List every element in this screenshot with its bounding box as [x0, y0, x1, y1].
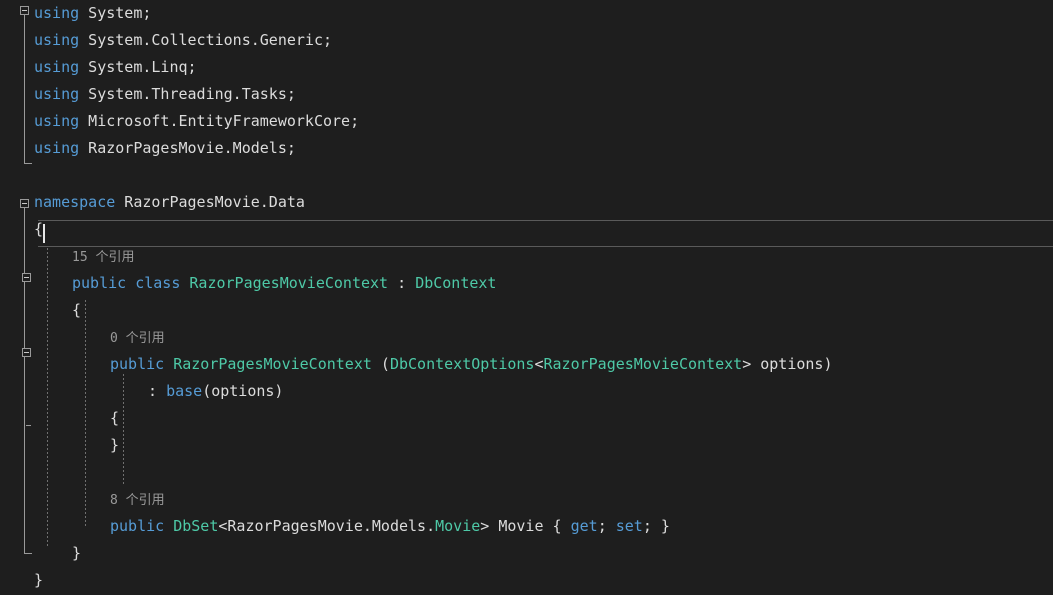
code-token: <	[534, 355, 544, 373]
code-token: base	[166, 382, 203, 400]
outline-guide-namespace	[24, 208, 25, 553]
code-token: ; }	[642, 517, 670, 535]
code-token: get	[570, 517, 598, 535]
outline-foot-namespace	[24, 553, 32, 554]
code-token: 0 个引用	[110, 331, 165, 346]
code-token: System;	[79, 4, 152, 22]
code-token: System.Collections.Generic;	[79, 31, 333, 49]
code-token: RazorPagesMovieContext	[173, 355, 372, 373]
code-token: public	[110, 355, 165, 373]
code-token: set	[615, 517, 643, 535]
code-token: DbContextOptions	[389, 355, 535, 373]
code-token: System.Threading.Tasks;	[79, 85, 296, 103]
collapse-toggle-class[interactable]	[22, 273, 31, 282]
code-token: {	[34, 220, 44, 238]
text-caret	[43, 224, 45, 243]
collapse-toggle-constructor[interactable]	[22, 348, 31, 357]
code-token: ;	[597, 517, 616, 535]
code-token: public	[72, 274, 127, 292]
code-token: using	[34, 31, 80, 49]
code-token: }	[34, 571, 44, 589]
collapse-toggle-using-block[interactable]	[20, 6, 29, 15]
code-token: (options)	[202, 382, 284, 400]
code-line[interactable]: {	[34, 216, 43, 243]
code-line[interactable]: public DbSet<RazorPagesMovie.Models.Movi…	[110, 513, 670, 540]
code-line[interactable]: using System;	[34, 0, 151, 27]
code-token: }	[72, 544, 82, 562]
code-token: System.Linq;	[79, 58, 197, 76]
code-token: RazorPagesMovie.Models;	[79, 139, 296, 157]
code-line[interactable]: 15 个引用	[72, 243, 134, 270]
code-token: > Movie {	[480, 517, 571, 535]
code-line[interactable]: 8 个引用	[110, 486, 165, 513]
code-token: using	[34, 139, 80, 157]
code-editor[interactable]: using System; using System.Collections.Ge…	[0, 0, 1053, 595]
code-token: Microsoft.EntityFrameworkCore;	[79, 112, 360, 130]
indent-guide-level-1	[47, 228, 48, 548]
code-token: RazorPagesMovie.Data	[115, 193, 305, 211]
outline-guide-using	[24, 15, 25, 163]
code-token: using	[34, 4, 80, 22]
indent-guide-level-3	[123, 374, 124, 484]
code-line[interactable]: : base(options)	[148, 378, 283, 405]
collapse-toggle-namespace[interactable]	[20, 199, 29, 208]
code-line[interactable]: 0 个引用	[110, 324, 165, 351]
outline-foot-using	[24, 163, 32, 164]
outlining-gutter[interactable]	[0, 0, 38, 595]
code-token: namespace	[34, 193, 116, 211]
code-token: }	[110, 436, 120, 454]
code-line[interactable]: public RazorPagesMovieContext (DbContext…	[110, 351, 833, 378]
code-token: class	[135, 274, 181, 292]
code-line[interactable]: }	[72, 540, 81, 567]
code-line[interactable]: public class RazorPagesMovieContext : Db…	[72, 270, 496, 297]
code-token: :	[148, 382, 167, 400]
code-token: using	[34, 112, 80, 130]
code-token: DbSet	[173, 517, 219, 535]
code-token: Movie	[435, 517, 481, 535]
code-line[interactable]: using RazorPagesMovie.Models;	[34, 135, 296, 162]
code-token: {	[110, 409, 120, 427]
code-token: DbContext	[415, 274, 497, 292]
code-token: using	[34, 85, 80, 103]
code-token: RazorPagesMovieContext	[543, 355, 743, 373]
code-token: using	[34, 58, 80, 76]
code-token: public	[110, 517, 165, 535]
code-line[interactable]: }	[34, 567, 43, 594]
indent-guide-level-2	[85, 300, 86, 528]
code-token: RazorPagesMovieContext	[189, 274, 389, 292]
code-token: {	[72, 301, 82, 319]
code-line[interactable]: using System.Threading.Tasks;	[34, 81, 296, 108]
code-line[interactable]: namespace RazorPagesMovie.Data	[34, 189, 305, 216]
current-line-highlight	[38, 220, 1053, 247]
outline-foot-constructor	[26, 425, 31, 426]
code-token: (	[371, 355, 390, 373]
code-line[interactable]: {	[110, 405, 119, 432]
code-line[interactable]: using System.Linq;	[34, 54, 197, 81]
code-line[interactable]: }	[110, 432, 119, 459]
code-token: 8 个引用	[110, 493, 165, 508]
code-line[interactable]: using Microsoft.EntityFrameworkCore;	[34, 108, 359, 135]
code-line[interactable]: {	[72, 297, 81, 324]
code-token: :	[388, 274, 416, 292]
code-token: 15 个引用	[72, 250, 135, 265]
code-line[interactable]: using System.Collections.Generic;	[34, 27, 332, 54]
code-token: RazorPagesMovie.Models.	[227, 517, 436, 535]
code-token: > options)	[742, 355, 833, 373]
